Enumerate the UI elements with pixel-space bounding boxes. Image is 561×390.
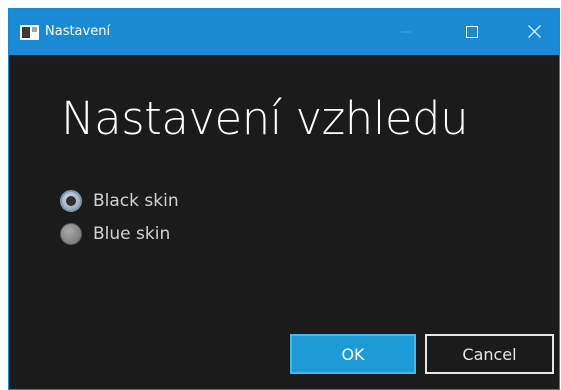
radio-label-black-skin[interactable]: Black skin [93,191,179,211]
close-button[interactable] [511,9,557,55]
minimize-icon [400,23,412,42]
radio-unchecked-indicator[interactable] [60,223,82,245]
close-icon [527,23,541,42]
radio-blue-skin[interactable]: Blue skin [60,221,170,247]
settings-window: Nastavení Nastavení vzhledu Black skin B… [8,8,560,390]
title-bar[interactable]: Nastavení [9,9,559,55]
ok-button[interactable]: OK [290,334,416,374]
radio-label-blue-skin[interactable]: Blue skin [93,224,170,244]
radio-checked-indicator[interactable] [60,190,82,212]
window-title: Nastavení [45,24,111,39]
page-title: Nastavení vzhledu [61,92,469,145]
maximize-icon [466,23,478,42]
minimize-button[interactable] [383,9,429,55]
radio-black-skin[interactable]: Black skin [60,188,179,214]
maximize-button[interactable] [449,9,495,55]
window-icon [20,25,39,40]
cancel-button[interactable]: Cancel [425,334,554,374]
